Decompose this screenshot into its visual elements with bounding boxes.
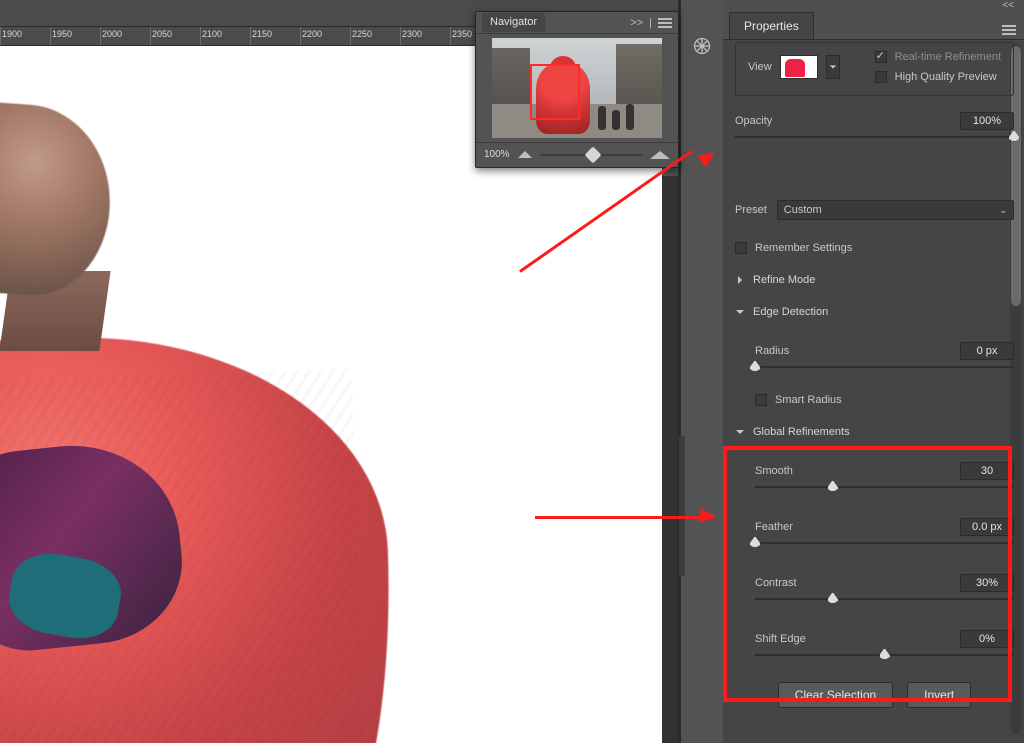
shift-edge-value[interactable]: 0% [960,630,1014,648]
ruler-tick: 2300 [402,29,422,39]
opacity-label: Opacity [735,115,772,127]
ruler-tick: 2150 [252,29,272,39]
remember-label: Remember Settings [755,242,852,254]
contrast-value[interactable]: 30% [960,574,1014,592]
shift-edge-label: Shift Edge [755,633,806,645]
properties-panel: << Properties View Real-time Refinement … [723,0,1024,743]
remember-checkbox[interactable] [735,242,747,254]
ruler-tick: 2250 [352,29,372,39]
properties-collapse-icon[interactable]: << [1002,0,1014,11]
ruler-tick: 2000 [102,29,122,39]
ruler-tick: 2050 [152,29,172,39]
shift-edge-slider[interactable] [755,648,1014,662]
navigator-tab[interactable]: Navigator [482,13,545,32]
view-label: View [748,61,772,73]
radius-label: Radius [755,345,789,357]
smart-radius-checkbox[interactable] [755,394,767,406]
contrast-label: Contrast [755,577,797,589]
feather-slider[interactable] [755,536,1014,550]
opacity-value[interactable]: 100% [960,112,1014,130]
chevron-right-icon [735,275,745,285]
smart-radius-label: Smart Radius [775,394,842,406]
navigator-thumbnail[interactable] [492,38,662,138]
properties-menu-icon[interactable] [1002,25,1016,35]
edge-detection-header[interactable]: Edge Detection [735,306,1014,318]
smooth-label: Smooth [755,465,793,477]
feather-value[interactable]: 0.0 px [960,518,1014,536]
dock-resize-handle[interactable] [679,436,685,576]
smooth-value[interactable]: 30 [960,462,1014,480]
zoom-out-icon[interactable] [518,151,532,158]
invert-button[interactable]: Invert [907,682,971,708]
preset-label: Preset [735,204,767,216]
global-refinements-header[interactable]: Global Refinements [735,426,1014,438]
wheel-icon[interactable] [688,32,716,60]
feather-label: Feather [755,521,793,533]
smooth-slider[interactable] [755,480,1014,494]
contrast-slider[interactable] [755,592,1014,606]
refine-mode-header[interactable]: Refine Mode [735,274,1014,286]
ruler-tick: 2350 [452,29,472,39]
hq-preview-checkbox[interactable] [875,71,887,83]
navigator-panel: Navigator >> | 100% [475,11,679,168]
realtime-checkbox[interactable] [875,51,887,63]
subject-silhouette [0,106,390,743]
navigator-viewport-rect[interactable] [530,64,580,120]
ruler-tick: 2100 [202,29,222,39]
opacity-slider[interactable] [735,130,1014,144]
view-thumbnail [780,55,818,79]
ruler-tick: 2200 [302,29,322,39]
chevron-down-icon [735,427,745,437]
hq-preview-label: High Quality Preview [895,71,997,83]
navigator-menu-icon[interactable] [658,18,672,28]
panel-dock-strip [678,0,723,743]
ruler-tick: 1900 [2,29,22,39]
realtime-label: Real-time Refinement [895,51,1001,63]
navigator-collapse-icon[interactable]: >> [630,17,643,29]
chevron-down-icon [735,307,745,317]
navigator-zoom-value[interactable]: 100% [484,149,510,160]
clear-selection-button[interactable]: Clear Selection [778,682,893,708]
ruler-tick: 1950 [52,29,72,39]
properties-tab[interactable]: Properties [729,12,814,39]
navigator-zoom-slider[interactable] [540,154,642,156]
preset-select[interactable]: Custom⌄ [777,200,1014,220]
view-dropdown[interactable] [826,55,840,79]
radius-slider[interactable] [755,360,1014,374]
radius-value[interactable]: 0 px [960,342,1014,360]
zoom-in-icon[interactable] [650,151,670,159]
